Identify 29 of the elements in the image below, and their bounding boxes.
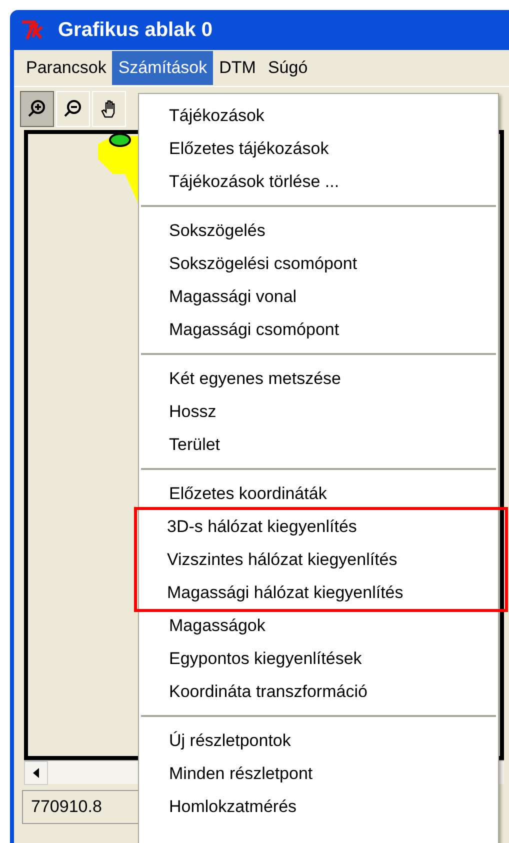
menu-item[interactable]: Hossz: [139, 395, 498, 428]
menu-item[interactable]: Vizszintes hálózat kiegyenlítés: [137, 543, 505, 576]
menu-item[interactable]: Előzetes koordináták: [139, 477, 498, 510]
menu-bar-item[interactable]: DTM: [213, 51, 262, 85]
menu-item[interactable]: Magassági hálózat kiegyenlítés: [137, 576, 505, 609]
menu-item[interactable]: Egypontos kiegyenlítések: [139, 642, 498, 675]
menu-bar-item[interactable]: Súgó: [262, 51, 314, 85]
menu-item[interactable]: Magassági csomópont: [139, 313, 498, 346]
menu-item[interactable]: Koordináta transzformáció: [139, 675, 498, 708]
menu-item[interactable]: Tájékozások: [139, 99, 498, 132]
menu-item[interactable]: Minden részletpont: [139, 757, 498, 790]
toolbar-button[interactable]: [20, 90, 54, 126]
menu-item[interactable]: Sokszögelés: [139, 214, 498, 247]
window-title: Grafikus ablak 0: [58, 18, 213, 43]
menu-item[interactable]: Előzetes tájékozások: [139, 132, 498, 165]
menu-item[interactable]: Sokszögelési csomópont: [139, 247, 498, 280]
menu-bar-item[interactable]: Parancsok: [20, 51, 112, 85]
menu-item[interactable]: 3D-s hálózat kiegyenlítés: [137, 510, 505, 543]
menu-item[interactable]: Új részletpontok: [139, 724, 498, 757]
menu-item[interactable]: Magasságok: [139, 609, 498, 642]
menu-item[interactable]: Két egyenes metszése: [139, 362, 498, 395]
menu-item[interactable]: Tájékozások törlése ...: [139, 165, 498, 198]
scroll-left-button[interactable]: [24, 761, 48, 785]
menu-item[interactable]: Terület: [139, 428, 498, 461]
zoom-out-icon: [63, 98, 83, 118]
menu-item[interactable]: Magassági vonal: [139, 280, 498, 313]
zoom-in-icon: [27, 98, 47, 118]
left-arrow-icon: [32, 768, 40, 778]
menu-bar-item[interactable]: Számítások: [112, 51, 214, 85]
